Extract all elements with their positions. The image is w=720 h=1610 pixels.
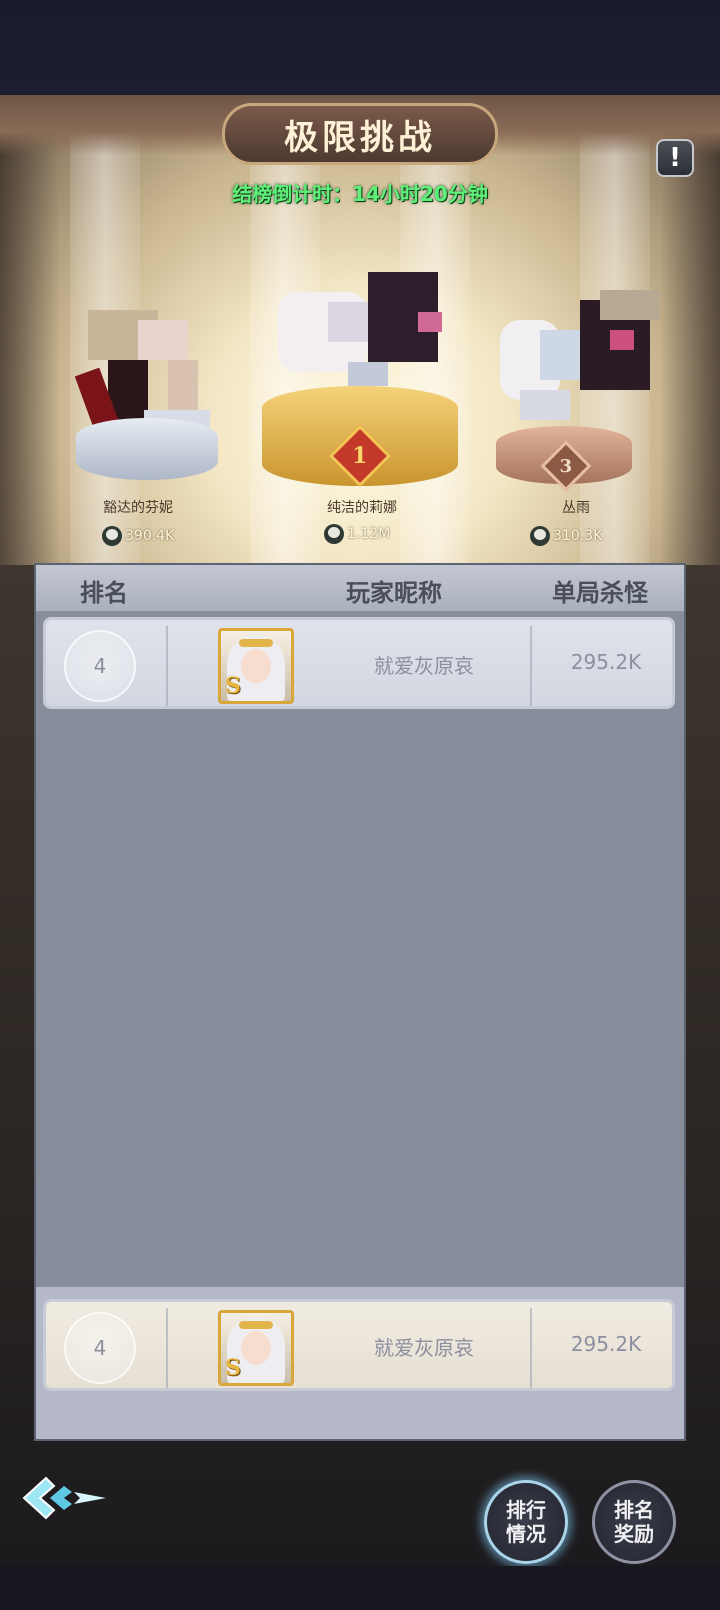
my-rank-section: 4 S 就爱灰原哀 295.2K	[36, 1287, 684, 1439]
exclamation-icon[interactable]: !	[656, 139, 694, 177]
page-title: 极限挑战	[284, 117, 436, 158]
skull-icon	[102, 526, 122, 546]
table-row[interactable]: 4 S 就爱灰原哀 295.2K	[43, 617, 675, 709]
kill-count: 295.2K	[570, 650, 642, 674]
podium-name: 丛雨	[562, 500, 590, 516]
avatar[interactable]: S	[218, 1310, 294, 1386]
podium-name: 纯洁的莉娜	[327, 500, 397, 516]
countdown-timer: 结榜倒计时：14小时20分钟	[232, 182, 488, 206]
rank-badge: 4	[64, 630, 136, 702]
skull-icon	[530, 526, 550, 546]
ranking-status-button[interactable]: 排行 情况	[484, 1480, 568, 1564]
column-rank: 排名	[80, 579, 128, 607]
player-name: 就爱灰原哀	[374, 654, 474, 678]
game-screen: 极限挑战 结榜倒计时：14小时20分钟 ! 豁达的芬妮 390.4K 1 纯洁的…	[0, 0, 720, 1610]
podium-name: 豁达的芬妮	[103, 500, 173, 516]
title-banner: 极限挑战	[222, 103, 498, 165]
kill-count: 295.2K	[570, 1332, 642, 1356]
rank-reward-button[interactable]: 排名 奖励	[592, 1480, 676, 1564]
back-arrow-icon[interactable]	[20, 1472, 110, 1524]
skull-icon	[324, 524, 344, 544]
podium-score: 390.4K	[102, 526, 174, 546]
rank-badge: 4	[64, 1312, 136, 1384]
character-figure	[268, 262, 458, 392]
leaderboard-panel[interactable]: 排名 玩家昵称 单局杀怪 4 S 就爱灰原哀 295.2K 4 S 就爱灰原哀 …	[34, 563, 686, 1441]
bottom-bar	[0, 1566, 720, 1610]
podium-score: 310.3K	[530, 526, 602, 546]
column-nickname: 玩家昵称	[346, 579, 442, 607]
column-kills: 单局杀怪	[552, 579, 648, 607]
grade-badge: S	[225, 673, 241, 699]
avatar[interactable]: S	[218, 628, 294, 704]
leaderboard-header: 排名 玩家昵称 单局杀怪	[36, 565, 684, 613]
grade-badge: S	[225, 1355, 241, 1381]
my-rank-row[interactable]: 4 S 就爱灰原哀 295.2K	[43, 1299, 675, 1391]
podium-score: 1.12M	[324, 524, 390, 544]
player-name: 就爱灰原哀	[374, 1336, 474, 1360]
character-figure	[480, 290, 680, 440]
